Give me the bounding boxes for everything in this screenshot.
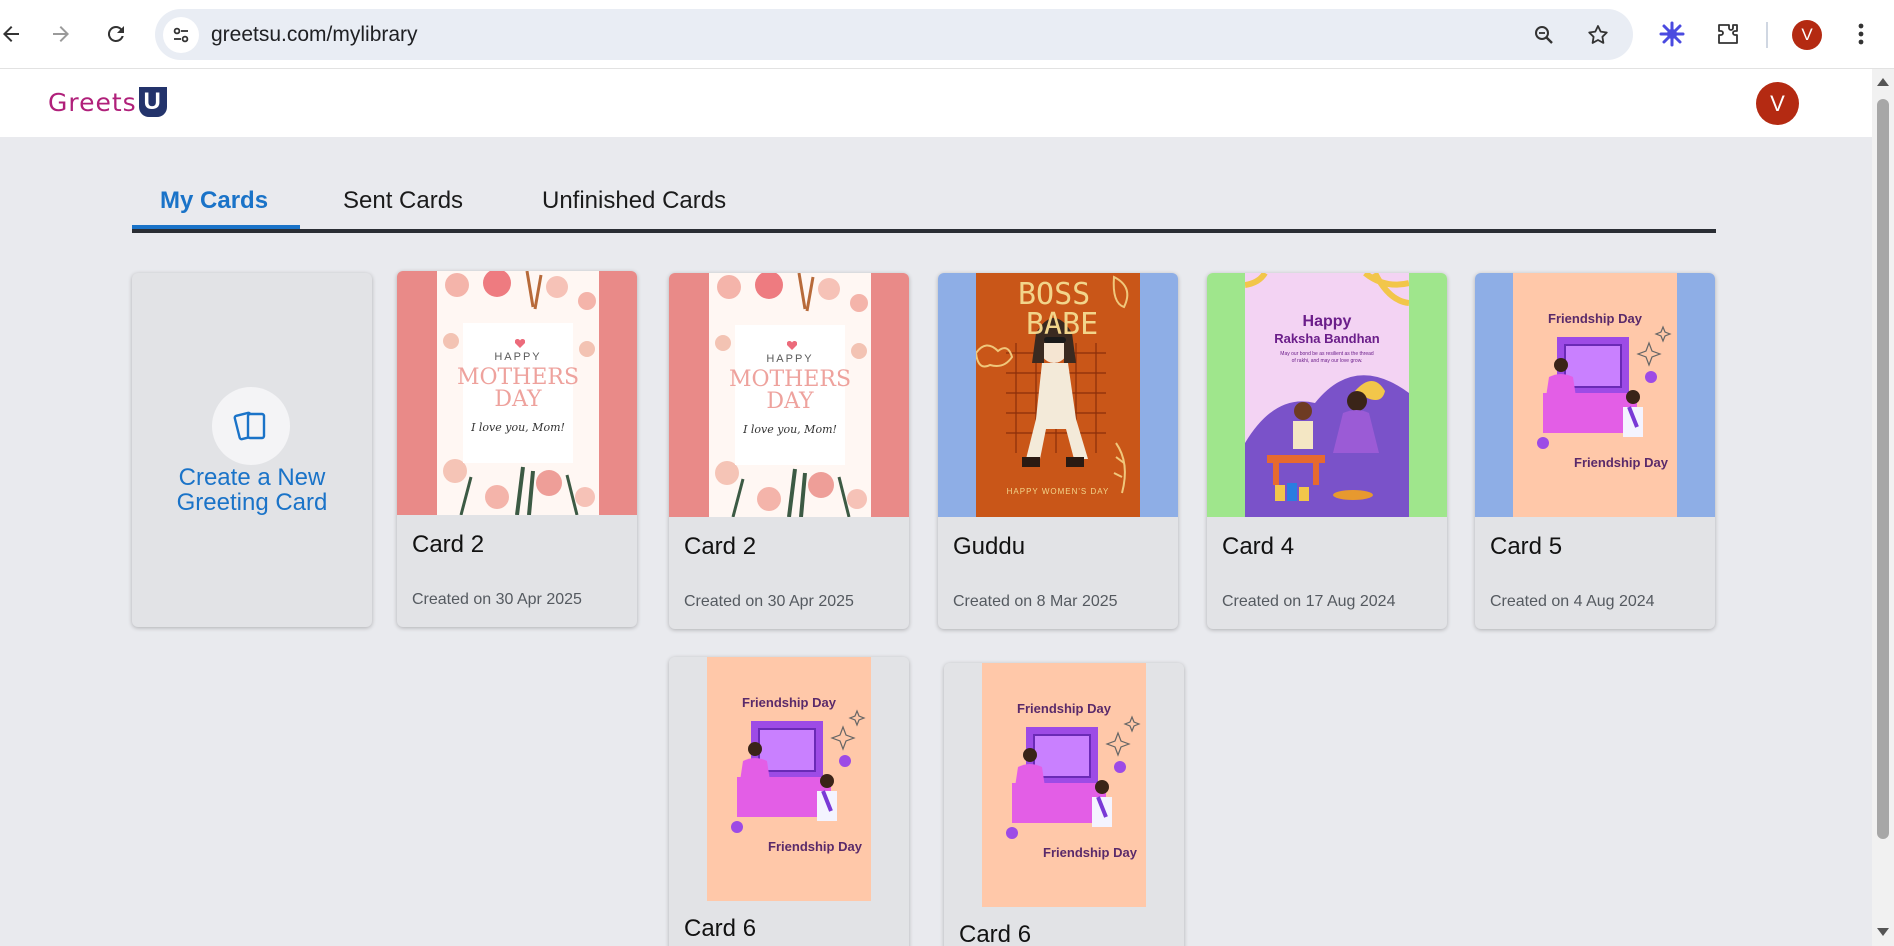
card-title: Card 6: [684, 915, 757, 942]
card-tile[interactable]: BOSS BABE HAPPY WOMEN'S DAY Guddu Create…: [938, 273, 1178, 629]
zoom-icon[interactable]: [1531, 22, 1557, 48]
site-info-icon[interactable]: [163, 17, 199, 53]
card-title: Card 5: [1490, 533, 1563, 560]
tab-unfinished-cards[interactable]: Unfinished Cards: [542, 179, 726, 229]
reload-icon[interactable]: [99, 17, 133, 51]
card-thumbnail: Friendship Day Friendship Day: [669, 657, 909, 901]
card-date: Created on 4 Aug 2024: [1490, 593, 1655, 610]
page-scrollbar[interactable]: [1872, 69, 1894, 946]
card-tile[interactable]: Friendship Day Friendship Day Card 5 Cre…: [1475, 273, 1715, 629]
create-new-card-button[interactable]: Create a New Greeting Card: [132, 273, 372, 627]
friendship-illustration-icon: [731, 709, 866, 833]
card-thumbnail: HAPPY MOTHERS DAY I love you, Mom!: [397, 271, 637, 515]
address-bar[interactable]: greetsu.com/mylibrary: [155, 9, 1633, 60]
card-date: Created on 8 Mar 2025: [953, 593, 1118, 610]
extension-sparkle-icon[interactable]: [1655, 17, 1689, 51]
card-title: Card 2: [684, 533, 757, 560]
card-title: Card 6: [959, 921, 1032, 946]
card-date: Created on 30 Apr 2025: [684, 593, 854, 610]
forward-icon[interactable]: [44, 17, 78, 51]
more-menu-icon[interactable]: [1844, 17, 1878, 51]
card-tile[interactable]: Happy Raksha Bandhan May our bond be as …: [1207, 273, 1447, 629]
extensions-puzzle-icon[interactable]: [1711, 17, 1745, 51]
bookmark-star-icon[interactable]: [1585, 22, 1611, 48]
active-tab-indicator: [132, 225, 300, 229]
tab-sent-cards[interactable]: Sent Cards: [343, 179, 463, 229]
card-thumbnail: Happy Raksha Bandhan May our bond be as …: [1207, 273, 1447, 517]
card-thumbnail: BOSS BABE HAPPY WOMEN'S DAY: [938, 273, 1178, 517]
user-avatar[interactable]: V: [1756, 82, 1799, 125]
toolbar-divider: [1766, 22, 1768, 48]
greetsu-logo[interactable]: Greets U: [48, 85, 167, 119]
card-tile[interactable]: HAPPY MOTHERS DAY I love you, Mom! Card …: [669, 273, 909, 629]
friendship-illustration-icon: [1537, 325, 1672, 449]
card-tile[interactable]: Friendship Day Friendship Day Card 6: [944, 663, 1184, 946]
library-main: My Cards Sent Cards Unfinished Cards Cre…: [0, 137, 1872, 946]
browser-profile-avatar[interactable]: V: [1792, 20, 1822, 50]
heart-icon: [515, 339, 525, 348]
card-thumbnail: HAPPY MOTHERS DAY I love you, Mom!: [669, 273, 909, 517]
raksha-illustration-icon: [1244, 273, 1410, 517]
card-title: Card 2: [412, 531, 485, 558]
card-date: Created on 30 Apr 2025: [412, 591, 582, 608]
url-text[interactable]: greetsu.com/mylibrary: [211, 23, 418, 47]
card-title: Card 4: [1222, 533, 1295, 560]
scroll-down-icon[interactable]: [1877, 927, 1889, 937]
friendship-illustration-icon: [1006, 715, 1141, 839]
browser-toolbar: greetsu.com/mylibrary V: [0, 0, 1894, 69]
app-header: Greets U V: [0, 69, 1872, 137]
create-card-label: Create a New Greeting Card: [176, 464, 328, 516]
card-date: Created on 17 Aug 2024: [1222, 593, 1396, 610]
heart-icon: [787, 341, 797, 350]
scroll-up-icon[interactable]: [1877, 77, 1889, 87]
back-icon[interactable]: [0, 17, 28, 51]
card-tile[interactable]: Friendship Day Friendship Day Card 6: [669, 657, 909, 946]
cards-icon: [212, 387, 290, 465]
card-tile[interactable]: HAPPY MOTHERS DAY I love you, Mom! Card …: [397, 271, 637, 627]
library-tabs: My Cards Sent Cards Unfinished Cards: [132, 179, 1716, 233]
tab-my-cards[interactable]: My Cards: [160, 179, 268, 229]
card-title: Guddu: [953, 533, 1026, 560]
scrollbar-thumb[interactable]: [1877, 99, 1889, 839]
card-thumbnail: Friendship Day Friendship Day: [1475, 273, 1715, 517]
card-thumbnail: Friendship Day Friendship Day: [944, 663, 1184, 907]
